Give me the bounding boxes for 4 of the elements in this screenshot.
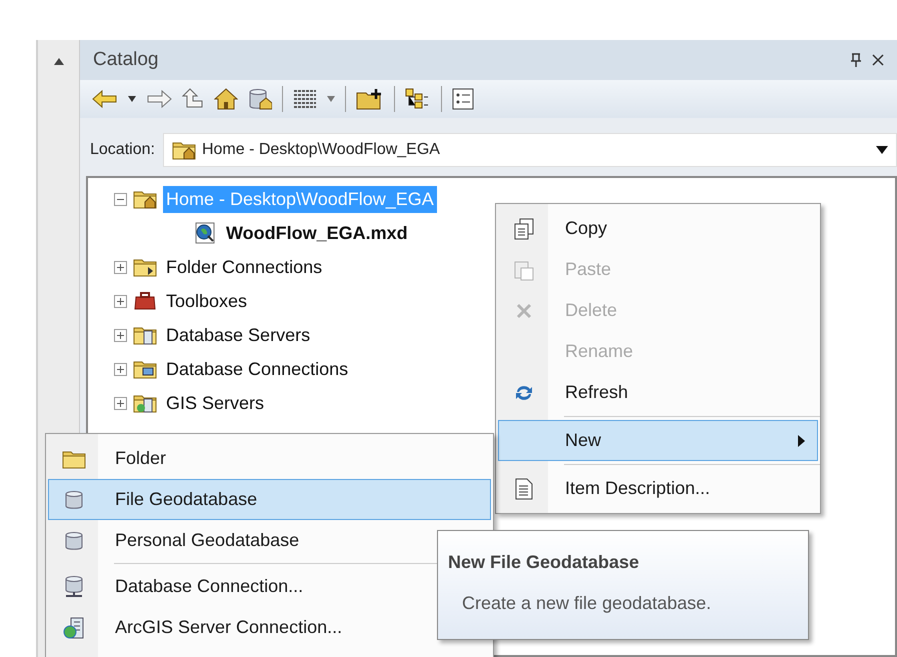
tooltip-title: New File Geodatabase	[448, 551, 640, 574]
tooltip-text: Create a new file geodatabase.	[462, 592, 712, 615]
panel-title: Catalog	[93, 48, 160, 72]
location-label: Location:	[90, 140, 155, 160]
